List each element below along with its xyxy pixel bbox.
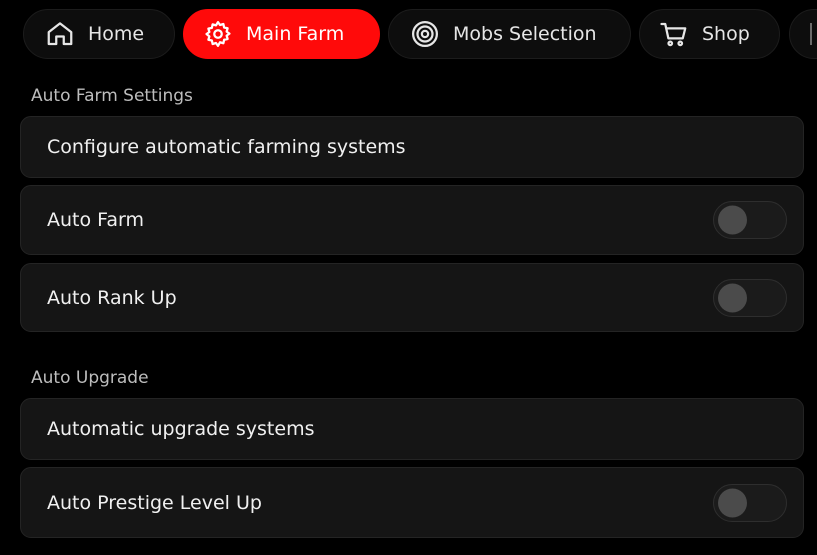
home-icon <box>45 19 75 49</box>
tab-mobs-selection-label: Mobs Selection <box>453 23 597 45</box>
tab-shop[interactable]: Shop <box>639 9 780 59</box>
tab-shop-label: Shop <box>702 23 750 45</box>
auto-farm-label: Auto Farm <box>47 209 144 231</box>
auto-prestige-label: Auto Prestige Level Up <box>47 491 262 514</box>
cart-icon <box>659 19 689 49</box>
overflow-tab-edge <box>810 23 815 45</box>
tab-mobs-selection[interactable]: Mobs Selection <box>388 9 631 59</box>
auto-rank-up-toggle[interactable] <box>713 278 787 317</box>
auto-prestige-toggle[interactable] <box>713 483 787 522</box>
tab-main-farm-label: Main Farm <box>246 23 345 45</box>
auto-upgrade-description: Automatic upgrade systems <box>47 418 315 440</box>
gear-icon <box>203 19 233 49</box>
tab-home-label: Home <box>88 23 145 45</box>
auto-rank-up-row: Auto Rank Up <box>20 263 804 332</box>
tab-overflow[interactable] <box>789 9 817 59</box>
auto-farm-description: Configure automatic farming systems <box>47 136 406 158</box>
auto-farm-description-card: Configure automatic farming systems <box>20 116 804 178</box>
toggle-knob <box>718 488 747 517</box>
tab-home[interactable]: Home <box>23 9 175 59</box>
auto-upgrade-description-card: Automatic upgrade systems <box>20 398 804 460</box>
section-title-auto-upgrade: Auto Upgrade <box>31 368 149 388</box>
toggle-knob <box>718 205 747 235</box>
tab-main-farm[interactable]: Main Farm <box>183 9 380 59</box>
auto-farm-toggle[interactable] <box>713 201 787 239</box>
auto-prestige-row: Auto Prestige Level Up <box>20 467 804 538</box>
section-title-auto-farm: Auto Farm Settings <box>31 86 193 106</box>
auto-rank-up-label: Auto Rank Up <box>47 286 177 309</box>
tab-bar: Home Main Farm Mobs Selection Shop <box>0 0 817 70</box>
target-icon <box>410 19 440 49</box>
auto-farm-row: Auto Farm <box>20 185 804 255</box>
toggle-knob <box>718 283 747 312</box>
